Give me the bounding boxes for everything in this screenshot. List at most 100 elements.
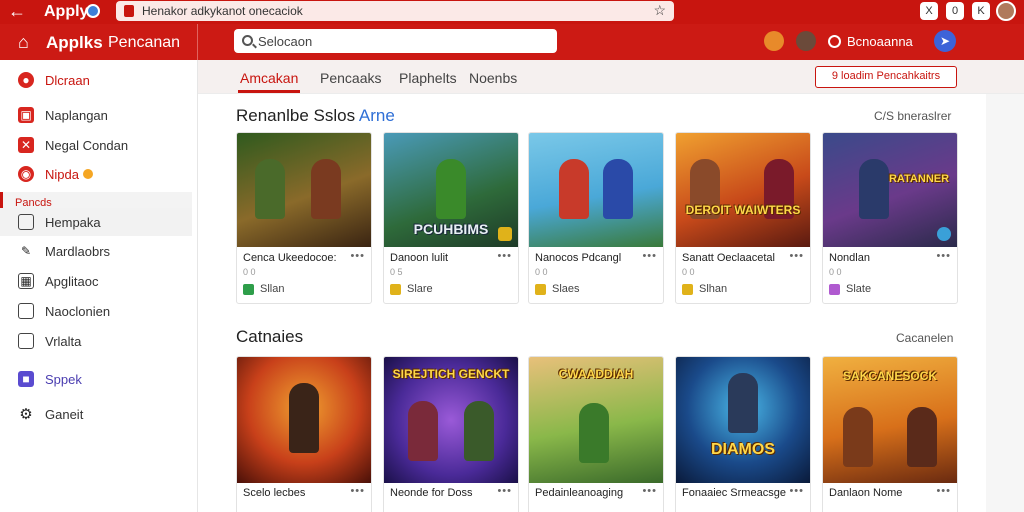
more-options-icon[interactable]: •••	[350, 250, 365, 262]
sidebar-item-label: Vrlalta	[45, 333, 82, 349]
sidebar-item-hempaka[interactable]: Hempaka	[0, 208, 192, 236]
game-thumbnail[interactable]	[237, 133, 371, 247]
sidebar-item-naplangan[interactable]: ▣ Naplangan	[0, 101, 192, 129]
tag-label: Sllan	[260, 283, 285, 295]
character-figure	[907, 407, 937, 467]
app-brand-sub[interactable]: Pencanan	[108, 34, 180, 52]
sidebar: ● Dlcraan ▣ Naplangan ✕ Negal Condan ◉ N…	[0, 60, 198, 512]
more-options-icon[interactable]: •••	[936, 250, 951, 262]
tab-bar: Amcakan Pencaaks Plaphelts Noenbs 9 load…	[198, 60, 1024, 94]
section-title-accent: Arne	[358, 106, 395, 125]
scrollbar[interactable]	[986, 94, 1024, 512]
app-brand[interactable]: Applks	[46, 33, 103, 53]
more-options-icon[interactable]: •••	[642, 485, 657, 497]
sidebar-item-ganeit[interactable]: ⚙ Ganeit	[0, 400, 192, 428]
game-title: Sanatt Oeclaacetal	[682, 252, 775, 264]
compass-icon[interactable]: ➤	[934, 30, 956, 52]
tab-amcakan[interactable]: Amcakan	[237, 70, 301, 93]
more-options-icon[interactable]: •••	[497, 250, 512, 262]
tag-label: Slare	[407, 283, 433, 295]
character-figure	[464, 401, 494, 461]
game-title: Neonde for Doss	[390, 487, 473, 499]
game-card[interactable]: DIAMOS Fonaaiec Srmeacsge •••	[675, 356, 811, 512]
browser-button-1[interactable]: X	[920, 2, 938, 20]
url-text[interactable]: Henakor adkykanot onecaciok	[142, 4, 303, 18]
inbox-icon: ▣	[18, 107, 34, 123]
character-figure	[311, 159, 341, 219]
tab-noenbs[interactable]: Noenbs	[469, 70, 517, 86]
load-action-button[interactable]: 9 loadim Pencahkaitrs	[815, 66, 957, 88]
tab-pencaaks[interactable]: Pencaaks	[320, 70, 381, 86]
sidebar-item-mardlaobrs[interactable]: ✎ Mardlaobrs	[0, 237, 192, 265]
back-arrow-icon[interactable]: ←	[8, 2, 26, 20]
sidebar-item-naoclonien[interactable]: Naoclonien	[0, 297, 192, 325]
sidebar-item-label: Ganeit	[45, 406, 84, 422]
tag-label: Slhan	[699, 283, 728, 295]
more-options-icon[interactable]: •••	[497, 485, 512, 497]
notification-avatar[interactable]	[764, 31, 784, 51]
bookmark-star-icon[interactable]: ☆	[653, 2, 666, 19]
tab-favicon-icon	[86, 4, 100, 18]
game-card[interactable]: CWAADDIAH Pedainleanoaging •••	[528, 356, 664, 512]
address-bar[interactable]: Henakor adkykanot onecaciok ☆	[116, 1, 674, 21]
more-options-icon[interactable]: •••	[789, 485, 804, 497]
more-options-icon[interactable]: •••	[789, 250, 804, 262]
section-more-link[interactable]: Cacanelen	[896, 331, 953, 345]
sidebar-item-sppek[interactable]: ■ Sppek	[0, 365, 192, 393]
game-thumbnail[interactable]	[237, 357, 371, 483]
game-logo: DIAMOS	[711, 441, 775, 458]
sidebar-item-vrlalta[interactable]: Vrlalta	[0, 327, 192, 355]
tab-plaphelts[interactable]: Plaphelts	[399, 70, 457, 86]
browser-tab-title[interactable]: Apply	[44, 3, 88, 21]
sidebar-item-dlcraan[interactable]: ● Dlcraan	[0, 66, 192, 94]
more-options-icon[interactable]: •••	[642, 250, 657, 262]
game-thumbnail[interactable]: DIAMOS	[676, 357, 810, 483]
game-meta: 0 0	[535, 267, 548, 277]
game-card[interactable]: Scelo lecbes •••	[236, 356, 372, 512]
browser-profile-avatar[interactable]	[996, 1, 1016, 21]
game-thumbnail[interactable]: CWAADDIAH	[529, 357, 663, 483]
game-logo: CWAADDIAH	[558, 367, 634, 381]
main-area: Amcakan Pencaaks Plaphelts Noenbs 9 load…	[198, 60, 1024, 512]
game-thumbnail[interactable]: SIREJTICH GENCKT	[384, 357, 518, 483]
more-options-icon[interactable]: •••	[936, 485, 951, 497]
sidebar-item-label: Apglitaoc	[45, 273, 99, 289]
game-card[interactable]: RATANNER Nondlan ••• 0 0 Slate	[822, 132, 958, 304]
sidebar-item-label: Naoclonien	[45, 303, 111, 319]
section-more-link[interactable]: C/S bneraslrer	[874, 109, 951, 123]
browser-button-3[interactable]: K	[972, 2, 990, 20]
game-thumbnail[interactable]: PCUHBIMS	[384, 133, 518, 247]
game-thumbnail[interactable]: SAKCANESOCK	[823, 357, 957, 483]
search-input[interactable]	[258, 33, 548, 49]
edit-icon: ✎	[20, 244, 32, 258]
more-options-icon[interactable]: •••	[350, 485, 365, 497]
badge-icon	[498, 227, 512, 241]
search-icon	[242, 35, 253, 46]
game-title: Danlaon Nome	[829, 487, 903, 499]
browser-button-2[interactable]: 0	[946, 2, 964, 20]
game-thumbnail[interactable]	[529, 133, 663, 247]
game-title: Danoon lulit	[390, 252, 449, 264]
sidebar-item-nipda[interactable]: ◉ Nipda	[0, 160, 192, 188]
character-figure	[579, 403, 609, 463]
sidebar-item-apglitaoc[interactable]: ▦ Apglitaoc	[0, 267, 192, 295]
game-card[interactable]: SAKCANESOCK Danlaon Nome •••	[822, 356, 958, 512]
home-icon[interactable]: ⌂	[18, 33, 29, 51]
character-figure	[255, 159, 285, 219]
tag-icon	[682, 283, 693, 295]
user-ring-icon	[828, 35, 841, 48]
game-card[interactable]: Cenca Ukeedocoe: ••• 0 0 Sllan	[236, 132, 372, 304]
game-card[interactable]: PCUHBIMS Danoon lulit ••• 0 5 Slare	[383, 132, 519, 304]
game-thumbnail[interactable]: DEROIT WAIWTERS	[676, 133, 810, 247]
notification-badge	[82, 169, 93, 179]
friend-avatar[interactable]	[796, 31, 816, 51]
sidebar-item-negal-condan[interactable]: ✕ Negal Condan	[0, 131, 192, 159]
game-tag: Sllan	[243, 283, 284, 295]
game-card[interactable]: SIREJTICH GENCKT Neonde for Doss •••	[383, 356, 519, 512]
game-card[interactable]: Nanocos Pdcangl ••• 0 0 Slaes	[528, 132, 664, 304]
search-box[interactable]	[234, 29, 557, 53]
game-card[interactable]: DEROIT WAIWTERS Sanatt Oeclaacetal ••• 0…	[675, 132, 811, 304]
game-thumbnail[interactable]: RATANNER	[823, 133, 957, 247]
user-menu[interactable]: Bcnoaanna	[828, 34, 913, 49]
bookmark-icon	[18, 333, 34, 349]
